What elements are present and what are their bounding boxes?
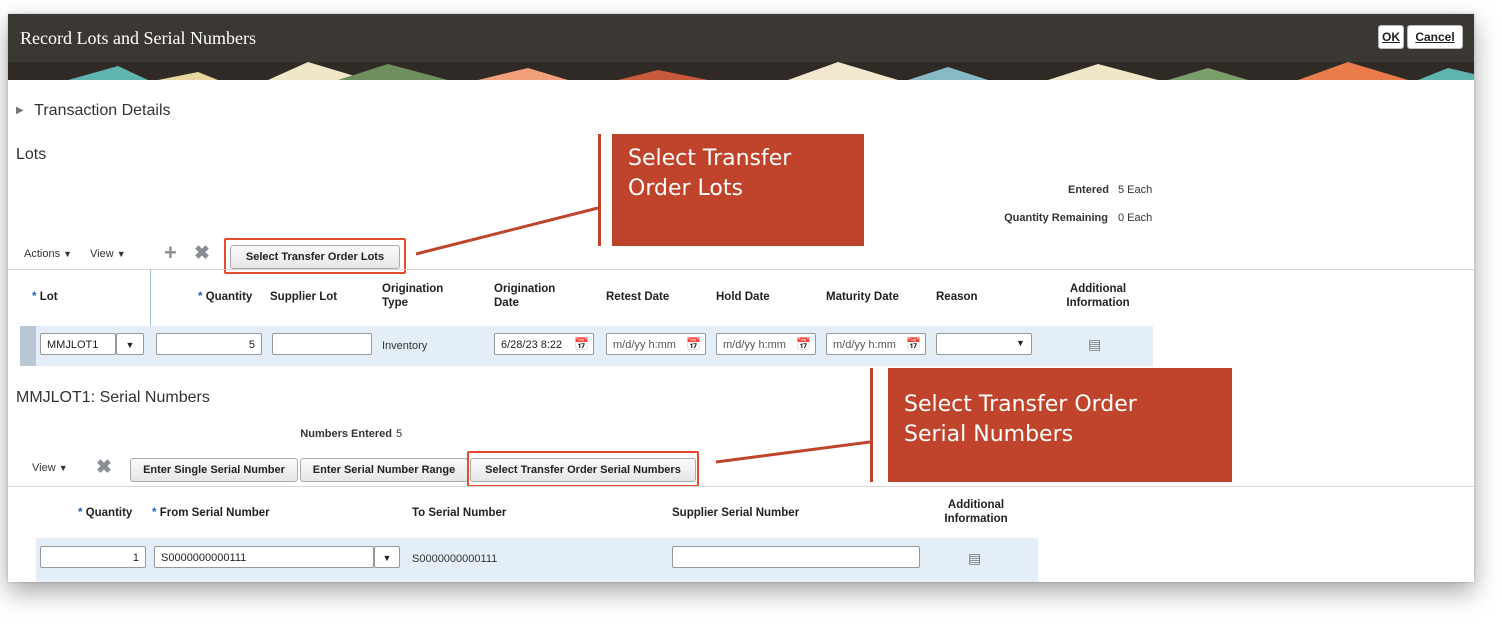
dialog-window: Record Lots and Serial Numbers OK Cancel… xyxy=(8,14,1474,582)
callout-connector-lines xyxy=(415,206,871,464)
serials-callout-line2: Serial Numbers xyxy=(904,422,1074,447)
serials-callout-line1: Select Transfer Order xyxy=(904,392,1137,417)
serials-callout-bar xyxy=(870,368,873,482)
serials-callout: Select Transfer Order Serial Numbers xyxy=(888,368,1232,482)
